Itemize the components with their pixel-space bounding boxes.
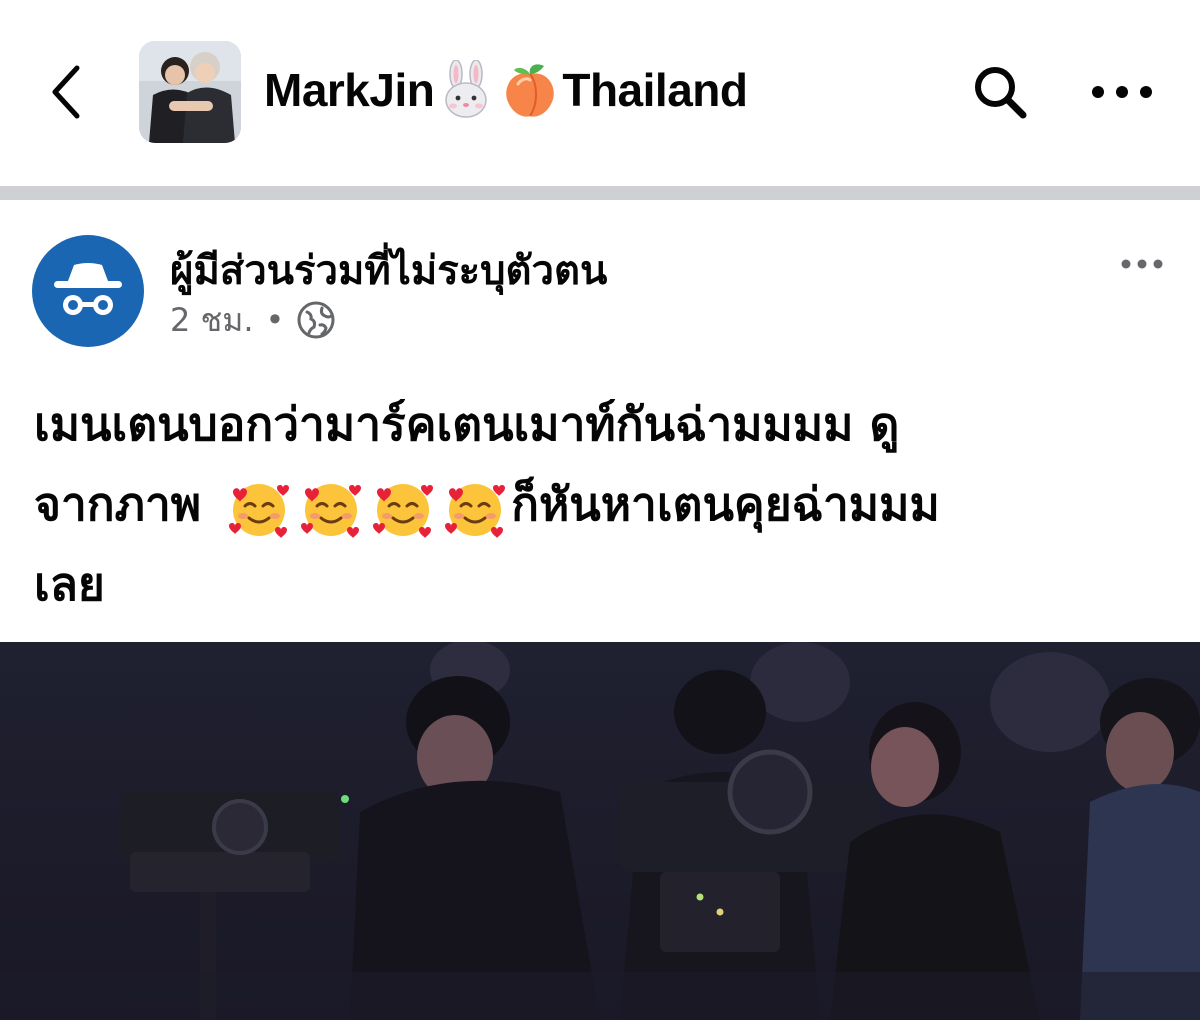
group-name-part2: Thailand [562,64,748,116]
anonymous-avatar[interactable] [32,235,144,347]
film-set-photo [0,642,1200,1020]
post-meta: 2 ชม. • [170,298,336,342]
more-icon [1121,259,1163,269]
rabbit-face-icon [436,60,496,120]
post-text-line-1: เมนเตนบอกว่ามาร์คเตนเมาท์กันฉ่ามมมม ดู [34,397,900,451]
post-text-line-2-end: ก็หันหาเตนคุยฉ่ามมม [511,477,940,531]
section-divider [0,186,1200,200]
post-text-line-2: จากภาพ ก็หันหาเตนคุยฉ่ามมม [34,464,1170,544]
smiling-face-with-hearts-icon [367,472,439,544]
group-name[interactable]: MarkJin Thailand [264,58,748,122]
group-header: MarkJin Thailand [0,0,1200,186]
anonymous-avatar-icon [54,263,122,315]
back-arrow-icon [52,65,80,119]
header-more-button[interactable] [1082,62,1162,122]
post-text-line-3: เลย [34,557,105,611]
post-more-button[interactable] [1106,240,1178,288]
smiling-face-with-hearts-icon [439,472,511,544]
meta-separator: • [265,301,285,339]
group-cover-image [139,41,241,143]
search-icon [975,67,1027,119]
peach-icon [500,60,560,120]
post-photo[interactable] [0,642,1200,1020]
smiling-face-with-hearts-icon [295,472,367,544]
back-button[interactable] [34,52,98,132]
post-text: เมนเตนบอกว่ามาร์คเตนเมาท์กันฉ่ามมมม ดู จ… [34,384,1170,624]
globe-icon [297,301,335,339]
post-time[interactable]: 2 ชม. [170,295,254,346]
group-cover-photo[interactable] [139,41,241,143]
smiling-face-with-hearts-icon [223,472,295,544]
emoji-group [223,472,511,544]
more-icon [1092,86,1152,98]
search-button[interactable] [964,56,1036,128]
post-author[interactable]: ผู้มีส่วนร่วมที่ไม่ระบุตัวตน [170,238,607,302]
post-text-line-2-start: จากภาพ [34,477,202,531]
group-name-part1: MarkJin [264,64,435,116]
